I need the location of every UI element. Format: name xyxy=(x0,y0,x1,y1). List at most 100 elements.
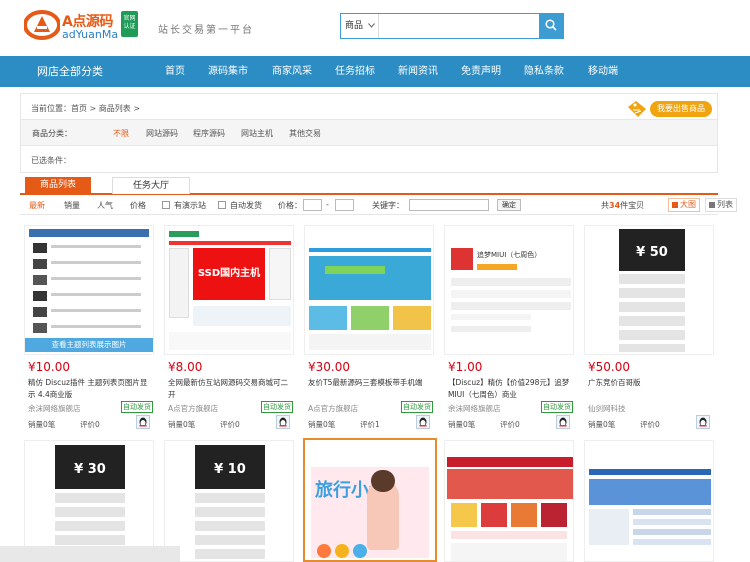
qq-contact-icon[interactable] xyxy=(416,415,430,429)
product-thumbnail[interactable] xyxy=(304,225,434,355)
nav-item-mobile[interactable]: 移动端 xyxy=(588,56,618,87)
nav-item-source-market[interactable]: 源码集市 xyxy=(208,56,248,87)
sell-product-button[interactable]: 我要出售商品 xyxy=(624,97,716,121)
search-input[interactable] xyxy=(381,14,539,38)
product-thumbnail[interactable]: ¥ 10 xyxy=(164,440,294,562)
sort-filter-bar: 最新 销量 人气 价格 有演示站 自动发货 价格： - 关键字： 确定 共34件… xyxy=(20,197,737,215)
sort-sales[interactable]: 销量 xyxy=(64,200,80,211)
product-card[interactable]: ¥ 30 xyxy=(23,440,155,562)
product-card[interactable]: 旅行小记 xyxy=(302,438,437,562)
category-any[interactable]: 不限 xyxy=(113,128,129,139)
auto-delivery-label: 自动发货 xyxy=(230,201,262,210)
shop-name[interactable]: A点官方旗舰店 xyxy=(308,403,358,414)
product-card[interactable]: SSD国内主机 ¥8.00 全网最新仿互站网源码交易商城可二开 A点官方旗舰店 … xyxy=(163,225,295,435)
search-type-select[interactable]: 商品 xyxy=(341,14,379,38)
total-number: 34 xyxy=(609,201,621,210)
product-thumbnail[interactable]: 追梦MIUI（七周色） xyxy=(444,225,574,355)
product-card[interactable]: ¥ 10 xyxy=(163,440,295,562)
chevron-down-icon xyxy=(368,23,375,28)
product-card[interactable]: 查看主题列表展示图片 ¥10.00 精仿 Discuz插件 主题列表页图片显示 … xyxy=(23,225,155,435)
product-price: ¥50.00 xyxy=(588,360,630,374)
total-suffix: 件宝贝 xyxy=(620,201,645,210)
category-label: 商品分类： xyxy=(32,129,72,138)
product-card[interactable] xyxy=(443,440,575,562)
auto-delivery-checkbox[interactable] xyxy=(218,201,226,209)
review-count: 评价0 xyxy=(500,420,520,429)
qq-contact-icon[interactable] xyxy=(276,415,290,429)
breadcrumb: 当前位置：首页 > 商品列表 > xyxy=(31,104,141,113)
sales-count: 销量0笔 xyxy=(308,420,336,429)
qq-contact-icon[interactable] xyxy=(136,415,150,429)
nav-item-news[interactable]: 新闻资讯 xyxy=(398,56,438,87)
shop-name[interactable]: 余沫网络旗舰店 xyxy=(28,403,81,414)
review-count: 评价0 xyxy=(80,420,100,429)
slogan: 站长交易第一平台 xyxy=(158,25,254,36)
product-card[interactable]: 追梦MIUI（七周色） ¥1.00 【Discuz】精仿【价值298元】追梦MI… xyxy=(443,225,575,435)
search-type-label: 商品 xyxy=(345,21,364,31)
product-thumbnail[interactable]: 旅行小记 xyxy=(303,438,437,562)
grid-icon xyxy=(672,202,678,208)
product-card[interactable]: ¥30.00 友价T5最新源码三套模板带手机端 A点官方旗舰店 自动发货 销量0… xyxy=(303,225,435,435)
review-count: 评价0 xyxy=(640,420,660,429)
main-nav: 网店全部分类 首页 源码集市 商家风采 任务招标 新闻资讯 免责声明 隐私条款 … xyxy=(0,56,750,87)
sort-popularity[interactable]: 人气 xyxy=(97,200,113,211)
product-price: ¥8.00 xyxy=(168,360,203,374)
nav-item-disclaimer[interactable]: 免责声明 xyxy=(461,56,501,87)
price-min-input[interactable] xyxy=(303,199,322,211)
category-row: 商品分类： 不限 网站源码 程序源码 网站主机 其他交易 xyxy=(21,119,717,146)
sales-count: 销量0笔 xyxy=(588,420,616,429)
product-price: ¥10.00 xyxy=(28,360,70,374)
tab-task-hall[interactable]: 任务大厅 xyxy=(112,177,190,194)
product-title[interactable]: 全网最新仿互站网源码交易商城可二开 xyxy=(168,377,292,401)
nav-all-categories[interactable]: 网店全部分类 xyxy=(37,56,103,87)
review-count: 评价0 xyxy=(220,420,240,429)
product-card[interactable] xyxy=(583,440,715,562)
product-title[interactable]: 【Discuz】精仿【价值298元】追梦MIUI（七周色）商业 xyxy=(448,377,572,401)
sort-newest[interactable]: 最新 xyxy=(29,200,45,211)
view-grid-button[interactable]: 大图 xyxy=(668,198,700,212)
price-tag-icon xyxy=(628,101,646,117)
view-list-button[interactable]: 列表 xyxy=(705,198,737,212)
price-max-input[interactable] xyxy=(335,199,354,211)
qq-contact-icon[interactable] xyxy=(556,415,570,429)
sell-product-label: 我要出售商品 xyxy=(650,101,712,117)
product-title[interactable]: 广东竞价百哥版 xyxy=(588,377,712,401)
shop-name[interactable]: A点官方旗舰店 xyxy=(168,403,218,414)
product-thumbnail[interactable] xyxy=(584,440,714,562)
category-program-source[interactable]: 程序源码 xyxy=(193,128,225,139)
review-count: 评价1 xyxy=(360,420,380,429)
site-logo[interactable]: A点源码 adYuanMa 官网 认证 xyxy=(24,8,152,42)
product-thumbnail[interactable] xyxy=(444,440,574,562)
product-thumbnail[interactable]: 查看主题列表展示图片 xyxy=(24,225,154,355)
product-price: ¥1.00 xyxy=(448,360,483,374)
nav-item-privacy[interactable]: 隐私条款 xyxy=(524,56,564,87)
qq-contact-icon[interactable] xyxy=(696,415,710,429)
shop-name[interactable]: 仙剑网科技 xyxy=(588,403,626,414)
category-hosting[interactable]: 网站主机 xyxy=(241,128,273,139)
official-badge: 官网 认证 xyxy=(121,11,138,37)
demo-site-checkbox[interactable] xyxy=(162,201,170,209)
thumbnail-caption: 查看主题列表展示图片 xyxy=(25,338,153,352)
nav-item-tasks[interactable]: 任务招标 xyxy=(335,56,375,87)
product-thumbnail[interactable]: ¥ 50 xyxy=(584,225,714,355)
category-filter-box: 当前位置：首页 > 商品列表 > 商品分类： 不限 网站源码 程序源码 网站主机… xyxy=(20,93,718,173)
search-button[interactable] xyxy=(539,14,563,38)
category-other[interactable]: 其他交易 xyxy=(289,128,321,139)
bottom-scroll-bar[interactable] xyxy=(0,546,180,562)
sort-price[interactable]: 价格 xyxy=(130,200,146,211)
confirm-button[interactable]: 确定 xyxy=(497,199,521,211)
tab-product-list[interactable]: 商品列表 xyxy=(25,177,91,194)
product-title[interactable]: 精仿 Discuz插件 主题列表页图片显示 4.4商业版 xyxy=(28,377,152,401)
product-thumbnail[interactable]: SSD国内主机 xyxy=(164,225,294,355)
view-list-label: 列表 xyxy=(717,200,733,209)
category-web-source[interactable]: 网站源码 xyxy=(146,128,178,139)
product-title[interactable]: 友价T5最新源码三套模板带手机端 xyxy=(308,377,432,401)
sales-count: 销量0笔 xyxy=(448,420,476,429)
shop-name[interactable]: 余沫网络旗舰店 xyxy=(448,403,501,414)
product-card[interactable]: ¥ 50 ¥50.00 广东竞价百哥版 仙剑网科技 销量0笔 评价0 xyxy=(583,225,715,435)
nav-item-merchants[interactable]: 商家风采 xyxy=(272,56,312,87)
view-grid-label: 大图 xyxy=(680,200,696,209)
keyword-input[interactable] xyxy=(409,199,489,211)
product-thumbnail[interactable]: ¥ 30 xyxy=(24,440,154,562)
nav-item-home[interactable]: 首页 xyxy=(165,56,185,87)
